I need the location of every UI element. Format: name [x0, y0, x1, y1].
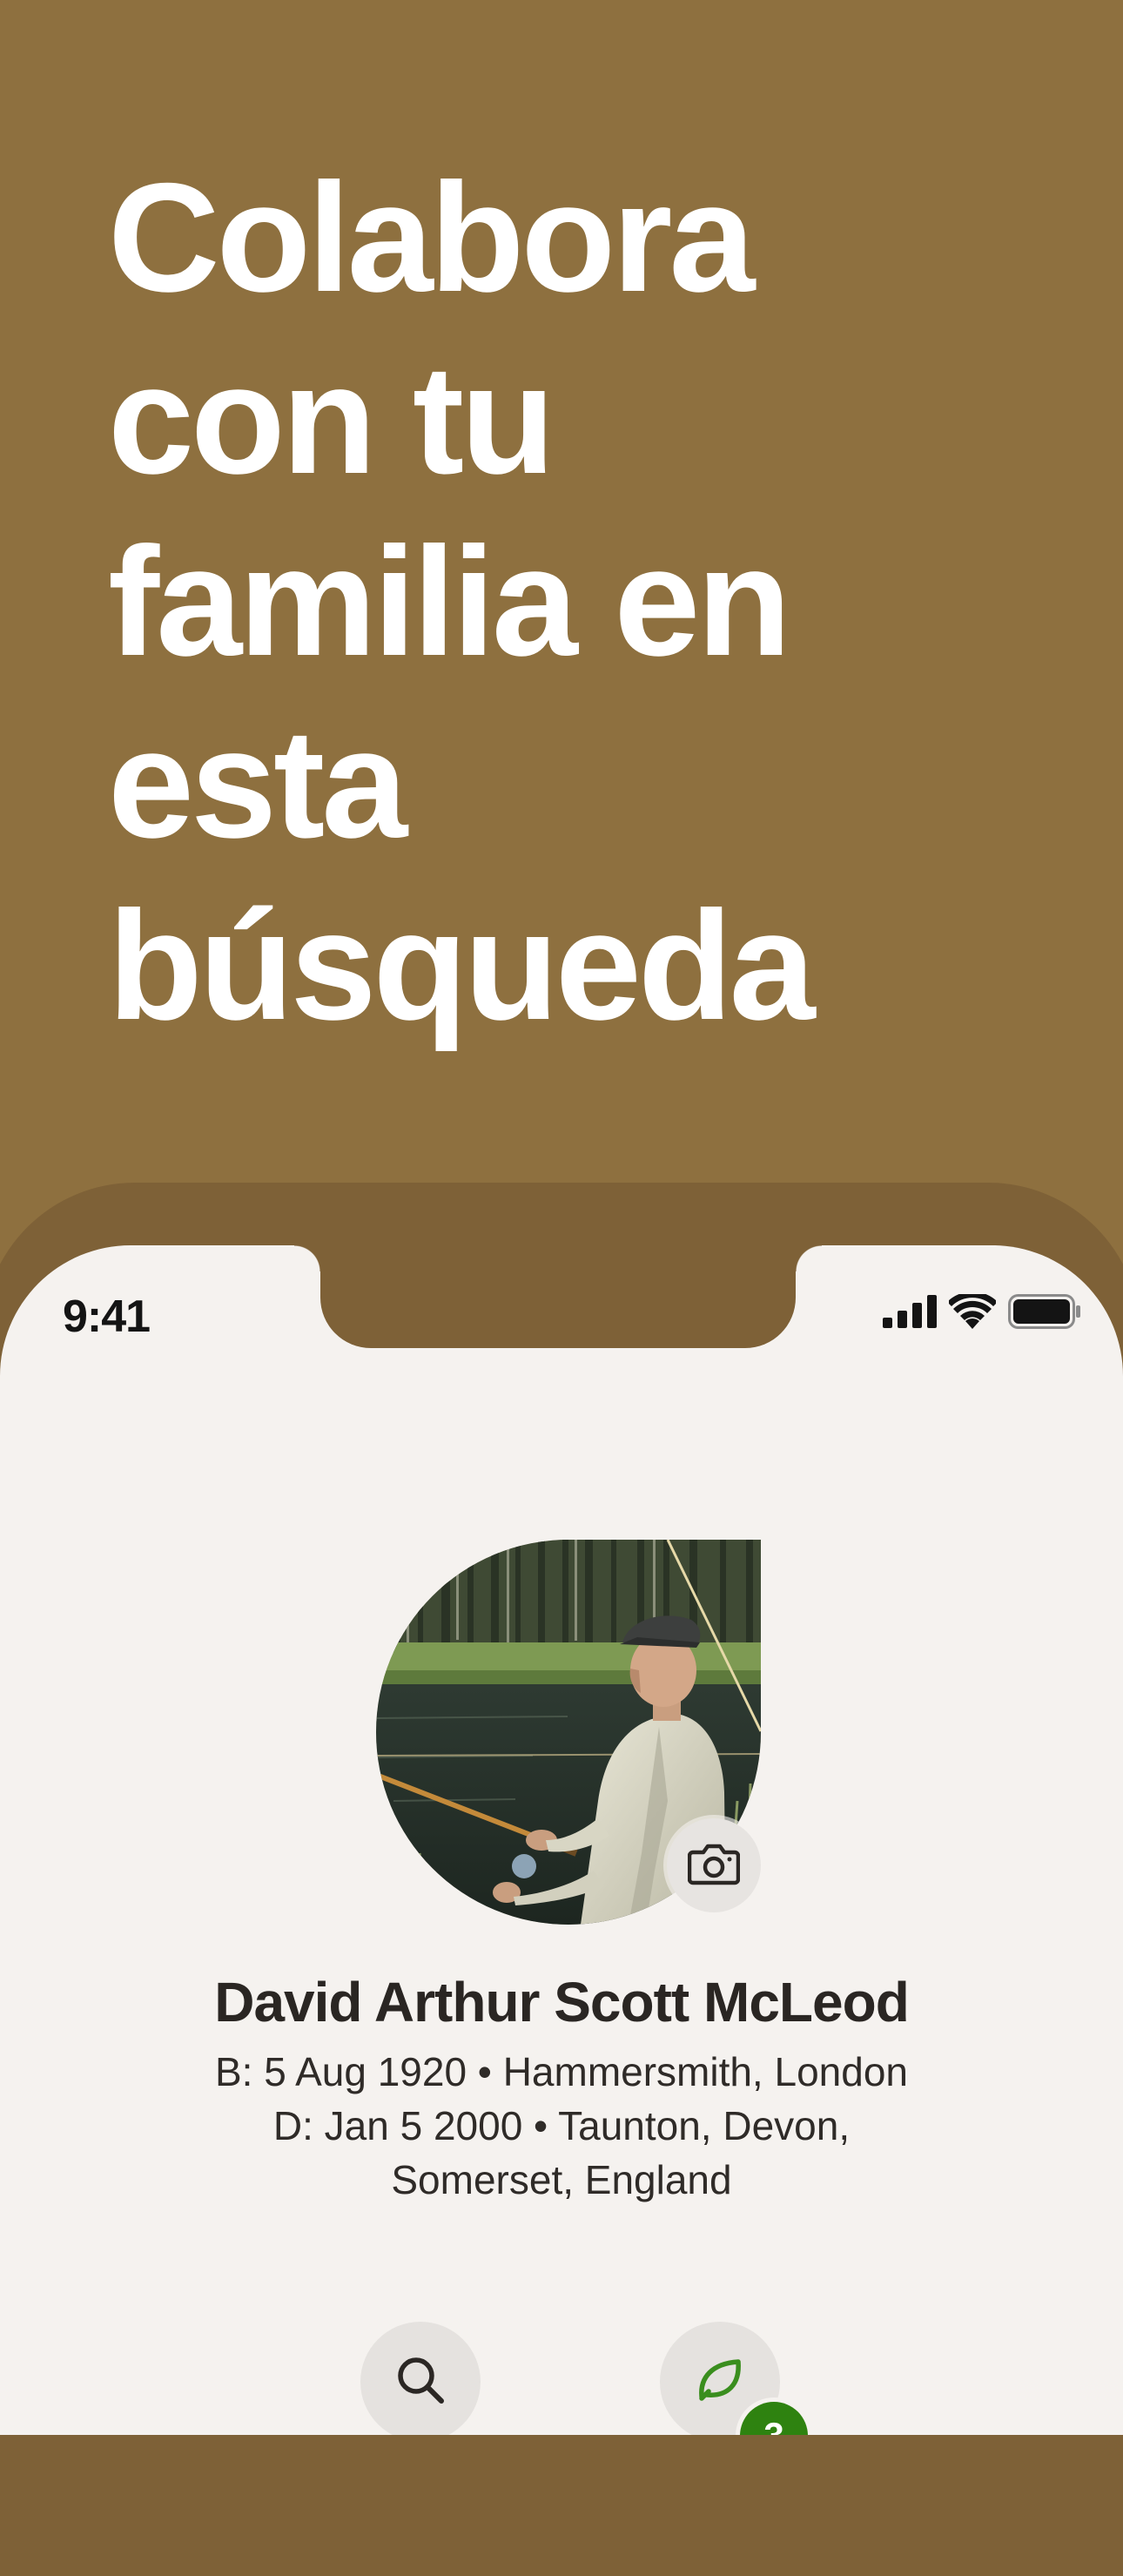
person-life-details: B: 5 Aug 1920 • Hammersmith, London D: J…: [0, 2045, 1123, 2207]
hints-count-badge: 3: [740, 2402, 808, 2435]
cellular-signal-icon: [883, 1295, 937, 1332]
phone-notch: [294, 1245, 822, 1348]
death-info-line1: D: Jan 5 2000 • Taunton, Devon,: [272, 2103, 851, 2148]
search-icon: [393, 2352, 448, 2412]
person-name: David Arthur Scott McLeod: [214, 1971, 910, 2033]
camera-icon: [687, 1842, 741, 1890]
leaf-icon: [693, 2353, 747, 2411]
search-button[interactable]: [360, 2322, 481, 2435]
birth-info: B: 5 Aug 1920 • Hammersmith, London: [215, 2049, 908, 2094]
phone-screen: 9:41 David Arthur Scott McLeod B: 5 Aug …: [0, 1245, 1123, 2435]
death-info-line2: Somerset, England: [391, 2157, 732, 2202]
wifi-icon: [947, 1291, 998, 1333]
battery-icon: [1008, 1294, 1081, 1333]
hints-button[interactable]: 3: [660, 2322, 808, 2435]
status-time: 9:41: [63, 1291, 151, 1342]
promo-headline: Colabora con tu familia en esta búsqueda: [108, 151, 816, 1052]
status-icons: [883, 1291, 1081, 1333]
change-photo-button[interactable]: [667, 1818, 761, 1912]
profile-photo-container: [376, 1540, 761, 1925]
